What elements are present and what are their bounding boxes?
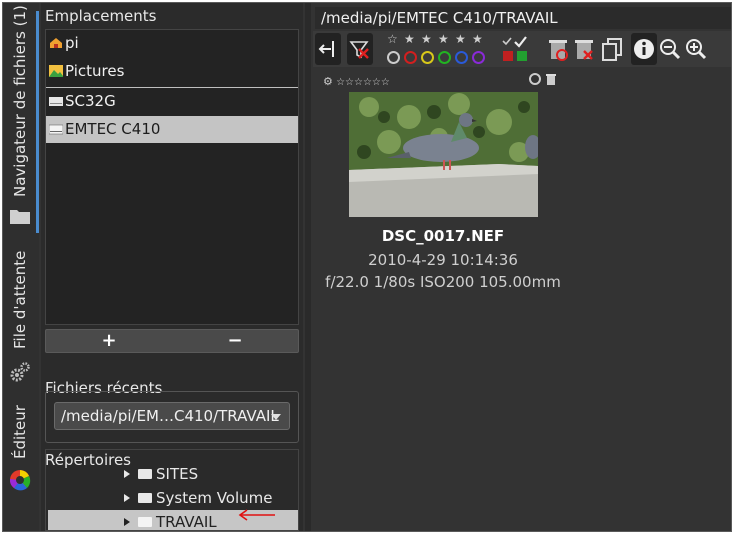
zoom-in-button[interactable] — [683, 33, 709, 65]
thumbnail-rating[interactable]: ☆☆☆☆☆☆ — [336, 77, 390, 88]
remove-place-button[interactable]: − — [172, 330, 298, 352]
places-title: Emplacements — [45, 7, 157, 25]
star-icon[interactable]: ★ — [421, 32, 432, 46]
zoom-out-button[interactable] — [657, 33, 683, 65]
expand-arrow-icon[interactable] — [124, 518, 130, 526]
vertical-tab-bar: Navigateur de fichiers (1) File d'attent… — [3, 3, 39, 531]
zoom-in-icon — [686, 39, 707, 60]
zoom-out-icon — [660, 39, 681, 60]
file-name: DSC_0017.NEF — [381, 227, 505, 245]
select-button[interactable] — [501, 33, 527, 65]
thumbnail-status-row: ⚙ ☆☆☆☆☆☆ — [323, 75, 390, 88]
delete-button[interactable] — [571, 33, 597, 65]
drive-icon — [49, 97, 63, 106]
info-button[interactable] — [631, 33, 657, 65]
recent-selected-value: /media/pi/EM…C410/TRAVAIL — [61, 407, 279, 425]
copy-button[interactable] — [599, 33, 625, 65]
folder-icon — [138, 469, 152, 479]
chevron-down-icon — [271, 414, 281, 420]
color-wheel-icon — [9, 470, 31, 491]
star-icon[interactable]: ★ — [438, 32, 449, 46]
path-bar[interactable]: /media/pi/EMTEC C410/TRAVAIL — [315, 7, 731, 29]
tab-file-browser[interactable]: Navigateur de fichiers (1) — [11, 5, 29, 197]
image-thumbnail[interactable] — [349, 92, 538, 217]
directories-title: Répertoires — [45, 451, 132, 469]
tab-queue[interactable]: File d'attente — [11, 251, 29, 349]
left-panel: Emplacements pi Pictures SC32G EMTEC C41… — [41, 3, 303, 531]
active-tab-indicator — [36, 11, 39, 233]
add-place-button[interactable]: + — [46, 330, 172, 352]
color-label-green-icon[interactable] — [438, 51, 451, 64]
color-label-blue-icon[interactable] — [455, 51, 468, 64]
file-date: 2010-4-29 10:14:36 — [368, 251, 518, 269]
place-item-emtec[interactable]: EMTEC C410 — [46, 116, 298, 143]
place-item-sc32g[interactable]: SC32G — [46, 88, 298, 115]
place-label: Pictures — [65, 62, 125, 80]
color-label-none-icon[interactable] — [387, 51, 400, 64]
place-label: SC32G — [65, 92, 116, 110]
tree-item-system-volume[interactable]: System Volume In… — [48, 486, 298, 530]
home-icon — [50, 38, 62, 48]
star-icon[interactable]: ☆ — [387, 32, 398, 46]
toggle-panel-button[interactable] — [315, 33, 341, 65]
place-item-pi[interactable]: pi — [46, 30, 298, 57]
clear-filter-button[interactable] — [347, 33, 373, 65]
tree-item-label: SITES — [156, 465, 199, 483]
expand-arrow-icon[interactable] — [124, 494, 130, 502]
annotation-arrow-icon — [238, 509, 275, 521]
gears-icon — [10, 362, 30, 382]
info-icon — [634, 39, 654, 59]
pictures-icon — [49, 65, 63, 77]
pigeon-photo — [349, 92, 538, 217]
trash-button[interactable] — [545, 33, 571, 65]
star-icon[interactable]: ★ — [472, 32, 483, 46]
file-exif: f/22.0 1/80s ISO200 105.00mm — [325, 273, 561, 291]
rating-filter[interactable]: ☆ ★ ★ ★ ★ ★ — [383, 31, 497, 67]
color-label-yellow-icon[interactable] — [421, 51, 434, 64]
star-icon[interactable]: ★ — [404, 32, 415, 46]
tab-editor[interactable]: Éditeur — [11, 405, 29, 459]
processing-icon: ⚙ — [323, 75, 333, 88]
tree-item-label: TRAVAIL — [156, 513, 217, 531]
drive-icon — [49, 124, 63, 135]
recent-files-dropdown[interactable]: /media/pi/EM…C410/TRAVAIL — [54, 402, 290, 430]
folder-icon — [10, 210, 30, 224]
delete-icon — [575, 40, 593, 60]
trash-icon[interactable] — [545, 72, 557, 86]
toolbar: ☆ ★ ★ ★ ★ ★ — [313, 31, 731, 67]
place-label: EMTEC C410 — [65, 120, 161, 138]
folder-icon — [138, 517, 152, 527]
select-all-icon — [502, 36, 527, 61]
star-icon[interactable]: ★ — [455, 32, 466, 46]
color-label-red-icon[interactable] — [404, 51, 417, 64]
panel-divider[interactable] — [305, 3, 311, 531]
place-label: pi — [65, 34, 79, 52]
recent-box: /media/pi/EM…C410/TRAVAIL — [45, 391, 299, 443]
app-window: Navigateur de fichiers (1) File d'attent… — [2, 2, 732, 532]
places-button-bar: + − — [45, 329, 299, 353]
expand-arrow-icon[interactable] — [124, 470, 130, 478]
folder-icon — [138, 493, 152, 503]
places-list: pi Pictures SC32G EMTEC C410 — [45, 29, 299, 325]
filter-clear-icon — [349, 41, 369, 59]
toggle-panel-icon — [318, 41, 334, 57]
trash-icon — [549, 40, 568, 61]
thumbnail-area: ⚙ ☆☆☆☆☆☆ DSC_0017.NEF 2010-4-29 10:14:36… — [315, 69, 731, 531]
color-label-icon[interactable] — [529, 73, 541, 85]
color-label-purple-icon[interactable] — [472, 51, 485, 64]
copy-icon — [602, 38, 622, 61]
place-item-pictures[interactable]: Pictures — [46, 58, 298, 85]
